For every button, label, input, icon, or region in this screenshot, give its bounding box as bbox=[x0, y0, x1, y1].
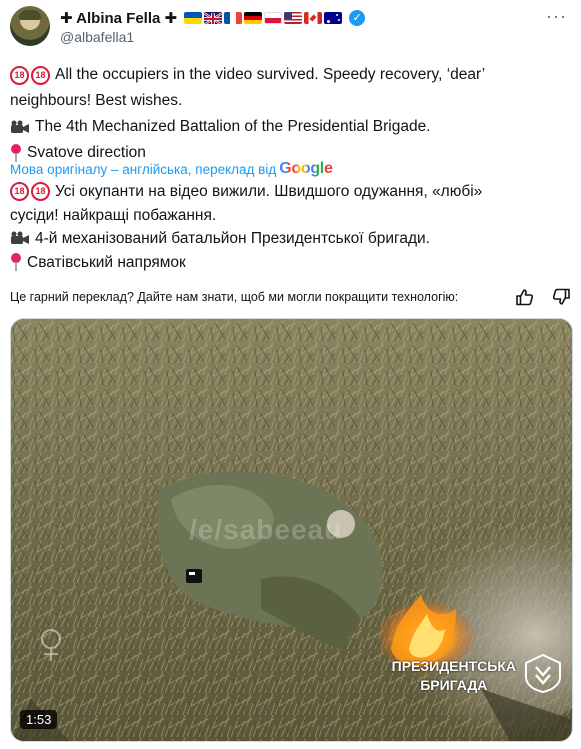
verified-badge-icon[interactable]: ✓ bbox=[349, 10, 366, 26]
translated-line-text: Усі окупанти на відео вижили. Швидшого о… bbox=[55, 183, 483, 200]
thumbs-down-icon[interactable] bbox=[551, 287, 571, 307]
translated-line-4: Сватівський напрямок bbox=[10, 251, 570, 275]
australia-flag-icon bbox=[324, 12, 343, 24]
translation-notice-text: Мова оригіналу – англійська, переклад ві… bbox=[10, 161, 277, 177]
ukraine-flag-icon bbox=[184, 12, 203, 24]
video-player[interactable]: /e/sabeeau ПРЕЗИДЕНТСЬКА БРИГАДА 1:53 bbox=[10, 318, 573, 742]
name-row: ✚ Albina Fella ✚ ✓ bbox=[60, 9, 366, 27]
original-line-3: The 4th Mechanized Battalion of the Pres… bbox=[10, 114, 565, 140]
brigade-emblem-icon bbox=[524, 653, 562, 693]
brigade-overlay-line1: ПРЕЗИДЕНТСЬКА bbox=[391, 658, 516, 674]
avatar[interactable] bbox=[10, 6, 50, 46]
feedback-prompt: Це гарний переклад? Дайте нам знати, щоб… bbox=[10, 290, 459, 304]
camera-icon bbox=[10, 120, 30, 135]
original-line-text: All the occupiers in the video survived.… bbox=[55, 66, 486, 83]
original-line-text: The 4th Mechanized Battalion of the Pres… bbox=[35, 118, 431, 135]
user-handle[interactable]: @albafella1 bbox=[60, 29, 134, 45]
translated-line-3: 4-й механізований батальйон Президентськ… bbox=[10, 227, 570, 251]
translation-feedback: Це гарний переклад? Дайте нам знати, щоб… bbox=[10, 287, 571, 307]
canada-flag-icon bbox=[304, 12, 323, 24]
translated-line-text: 4-й механізований батальйон Президентськ… bbox=[35, 230, 430, 247]
18-plus-icon: 18 18 bbox=[10, 182, 50, 202]
germany-flag-icon bbox=[244, 12, 263, 24]
display-name[interactable]: ✚ Albina Fella ✚ bbox=[60, 9, 177, 27]
uk-flag-icon bbox=[204, 12, 223, 24]
google-logo: Google bbox=[279, 160, 333, 177]
translation-notice[interactable]: Мова оригіналу – англійська, переклад ві… bbox=[10, 160, 333, 178]
original-line-2: neighbours! Best wishes. bbox=[10, 88, 565, 114]
18-plus-icon: 18 18 bbox=[10, 65, 50, 85]
translated-line-text: Сватівський напрямок bbox=[27, 253, 186, 271]
video-duration: 1:53 bbox=[20, 710, 58, 729]
translated-line-text: сусіди! найкращі побажання. bbox=[10, 206, 217, 224]
tweet-original-text: 18 18 All the occupiers in the video surv… bbox=[10, 62, 565, 166]
more-options-icon[interactable]: ··· bbox=[546, 6, 567, 27]
thumbs-up-icon[interactable] bbox=[515, 287, 535, 307]
tweet-translated-text: 18 18 Усі окупанти на відео вижили. Швидш… bbox=[10, 180, 570, 274]
tweet-header: ✚ Albina Fella ✚ ✓ @albafella1 ··· bbox=[10, 6, 571, 48]
usa-flag-icon bbox=[284, 12, 303, 24]
camera-icon bbox=[10, 231, 30, 246]
original-line-text: neighbours! Best wishes. bbox=[10, 92, 183, 109]
brigade-overlay-line2: БРИГАДА bbox=[420, 677, 488, 693]
france-flag-icon bbox=[224, 12, 243, 24]
poland-flag-icon bbox=[264, 12, 283, 24]
translated-line-2: сусіди! найкращі побажання. bbox=[10, 204, 570, 228]
original-line-1: 18 18 All the occupiers in the video surv… bbox=[10, 62, 565, 88]
video-watermark: /e/sabeeau bbox=[189, 514, 343, 545]
brigade-overlay: ПРЕЗИДЕНТСЬКА БРИГАДА bbox=[392, 657, 516, 695]
translated-line-1: 18 18 Усі окупанти на відео вижили. Швидш… bbox=[10, 180, 570, 204]
flag-emoji-row bbox=[184, 12, 343, 24]
pin-icon bbox=[10, 253, 22, 272]
